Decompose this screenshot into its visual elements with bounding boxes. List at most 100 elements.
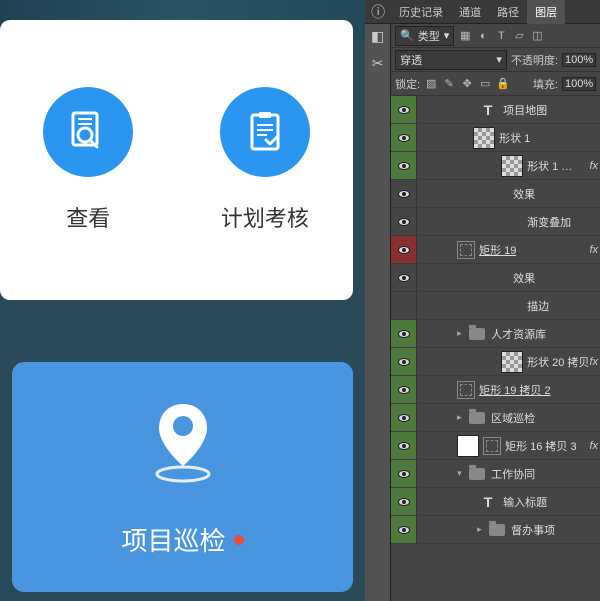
filter-smart-icon[interactable]: ◫ bbox=[530, 29, 544, 43]
layer-row[interactable]: 渐变叠加 bbox=[391, 208, 600, 236]
lock-all-icon[interactable]: 🔒 bbox=[496, 77, 510, 91]
layer-thumbnail[interactable] bbox=[473, 127, 495, 149]
layer-name[interactable]: 渐变叠加 bbox=[527, 214, 571, 230]
canvas-area[interactable]: 查看 计划考核 项目巡检 bbox=[0, 0, 365, 601]
layer-thumbnail[interactable] bbox=[501, 155, 523, 177]
eye-icon bbox=[398, 358, 410, 366]
visibility-toggle[interactable] bbox=[391, 236, 417, 263]
crop-icon[interactable]: ✂ bbox=[372, 55, 384, 72]
layer-row[interactable]: ▸ 区域巡检 bbox=[391, 404, 600, 432]
layer-row[interactable]: 矩形 19 拷贝 2 bbox=[391, 376, 600, 404]
visibility-toggle[interactable] bbox=[391, 516, 417, 543]
visibility-toggle[interactable] bbox=[391, 432, 417, 459]
visibility-toggle[interactable] bbox=[391, 320, 417, 347]
layer-name[interactable]: 区域巡检 bbox=[491, 410, 535, 426]
layer-row[interactable]: ▸ 人才资源库 bbox=[391, 320, 600, 348]
layer-row[interactable]: 形状 1 … fx bbox=[391, 152, 600, 180]
opacity-label: 不透明度: bbox=[511, 52, 558, 68]
expand-chevron-icon[interactable]: ▾ bbox=[457, 468, 467, 479]
tab-history[interactable]: 历史记录 bbox=[391, 0, 451, 24]
layer-row[interactable]: 效果 bbox=[391, 180, 600, 208]
expand-chevron-icon[interactable]: ▸ bbox=[457, 328, 467, 339]
fx-badge-icon[interactable]: fx bbox=[589, 440, 598, 452]
left-tool-column: ◧ ✂ bbox=[365, 24, 391, 601]
layer-row[interactable]: T项目地图 bbox=[391, 96, 600, 124]
layer-row[interactable]: ▸ 督办事项 bbox=[391, 516, 600, 544]
layer-row[interactable]: 矩形 19 fx bbox=[391, 236, 600, 264]
layer-row[interactable]: 描边 bbox=[391, 292, 600, 320]
layer-name[interactable]: 输入标题 bbox=[503, 494, 547, 510]
layers-list[interactable]: T项目地图形状 1形状 1 …fx效果渐变叠加矩形 19fx效果描边▸人才资源库… bbox=[391, 96, 600, 601]
filter-shape-icon[interactable]: ▱ bbox=[512, 29, 526, 43]
eye-icon bbox=[398, 330, 410, 338]
fx-badge-icon[interactable]: fx bbox=[589, 160, 598, 172]
layer-row[interactable]: ▾ 工作协同 bbox=[391, 460, 600, 488]
info-icon[interactable]: ⓘ bbox=[371, 2, 385, 22]
visibility-toggle[interactable] bbox=[391, 152, 417, 179]
properties-icon[interactable]: ◧ bbox=[371, 28, 384, 45]
eye-icon bbox=[398, 134, 410, 142]
eye-icon bbox=[398, 386, 410, 394]
layer-thumbnail[interactable] bbox=[457, 435, 479, 457]
layer-name[interactable]: 人才资源库 bbox=[491, 326, 546, 342]
lock-pixels-icon[interactable]: ✎ bbox=[442, 77, 456, 91]
vector-mask-icon[interactable] bbox=[457, 241, 475, 259]
layer-name[interactable]: 形状 1 … bbox=[527, 158, 572, 174]
fx-badge-icon[interactable]: fx bbox=[589, 356, 598, 368]
visibility-toggle[interactable] bbox=[391, 124, 417, 151]
expand-chevron-icon[interactable]: ▸ bbox=[477, 524, 487, 535]
vector-mask-icon[interactable] bbox=[457, 381, 475, 399]
fill-input[interactable]: 100% bbox=[562, 77, 596, 91]
layer-name[interactable]: 形状 1 bbox=[499, 130, 530, 146]
tab-paths[interactable]: 路径 bbox=[489, 0, 527, 24]
lock-position-icon[interactable]: ✥ bbox=[460, 77, 474, 91]
blend-mode-dropdown[interactable]: 穿透 ▾ bbox=[395, 50, 507, 70]
visibility-toggle[interactable] bbox=[391, 488, 417, 515]
layer-name[interactable]: 工作协同 bbox=[491, 466, 535, 482]
layer-name[interactable]: 矩形 19 拷贝 2 bbox=[479, 382, 551, 398]
layer-name[interactable]: 效果 bbox=[513, 270, 535, 286]
tab-channels[interactable]: 通道 bbox=[451, 0, 489, 24]
card-view[interactable]: 查看 bbox=[0, 20, 177, 300]
layer-kind-dropdown[interactable]: 🔍 类型 ▾ bbox=[395, 26, 454, 46]
visibility-toggle[interactable] bbox=[391, 208, 417, 235]
layer-row[interactable]: 形状 20 拷贝fx bbox=[391, 348, 600, 376]
layer-row[interactable]: 形状 1 bbox=[391, 124, 600, 152]
lock-artboard-icon[interactable]: ▭ bbox=[478, 77, 492, 91]
layer-name[interactable]: 督办事项 bbox=[511, 522, 555, 538]
layer-name[interactable]: 项目地图 bbox=[503, 102, 547, 118]
visibility-toggle[interactable] bbox=[391, 96, 417, 123]
visibility-toggle[interactable] bbox=[391, 264, 417, 291]
visibility-toggle[interactable] bbox=[391, 404, 417, 431]
expand-chevron-icon[interactable]: ▸ bbox=[457, 412, 467, 423]
layer-name[interactable]: 描边 bbox=[527, 298, 549, 314]
clip-indicator-icon bbox=[489, 160, 497, 172]
layer-name[interactable]: 矩形 19 bbox=[479, 242, 516, 258]
filter-adjust-icon[interactable]: ◐ bbox=[476, 29, 490, 43]
layer-row[interactable]: 矩形 16 拷贝 3 fx bbox=[391, 432, 600, 460]
visibility-toggle[interactable] bbox=[391, 348, 417, 375]
lock-transparent-icon[interactable]: ▨ bbox=[424, 77, 438, 91]
tab-layers[interactable]: 图层 bbox=[527, 0, 565, 24]
lock-label: 锁定: bbox=[395, 76, 420, 92]
visibility-toggle[interactable] bbox=[391, 460, 417, 487]
card-project-inspection[interactable]: 项目巡检 bbox=[12, 362, 353, 592]
layer-thumbnail[interactable] bbox=[501, 351, 523, 373]
layer-name[interactable]: 形状 20 拷贝 bbox=[527, 354, 589, 370]
visibility-toggle[interactable] bbox=[391, 180, 417, 207]
opacity-input[interactable]: 100% bbox=[562, 53, 596, 67]
card-plan-assessment[interactable]: 计划考核 bbox=[177, 20, 354, 300]
layer-name[interactable]: 矩形 16 拷贝 3 bbox=[505, 438, 577, 454]
visibility-toggle[interactable] bbox=[391, 376, 417, 403]
filter-pixel-icon[interactable]: ▦ bbox=[458, 29, 472, 43]
vector-mask-icon[interactable] bbox=[483, 437, 501, 455]
blend-row: 穿透 ▾ 不透明度: 100% bbox=[391, 48, 600, 72]
filter-text-icon[interactable]: T bbox=[494, 29, 508, 43]
eye-icon bbox=[398, 414, 410, 422]
visibility-toggle[interactable] bbox=[391, 292, 417, 319]
layer-row[interactable]: T输入标题 bbox=[391, 488, 600, 516]
fx-badge-icon[interactable]: fx bbox=[589, 244, 598, 256]
layer-row[interactable]: 效果 bbox=[391, 264, 600, 292]
filter-row: 🔍 类型 ▾ ▦ ◐ T ▱ ◫ bbox=[391, 24, 600, 48]
layer-name[interactable]: 效果 bbox=[513, 186, 535, 202]
